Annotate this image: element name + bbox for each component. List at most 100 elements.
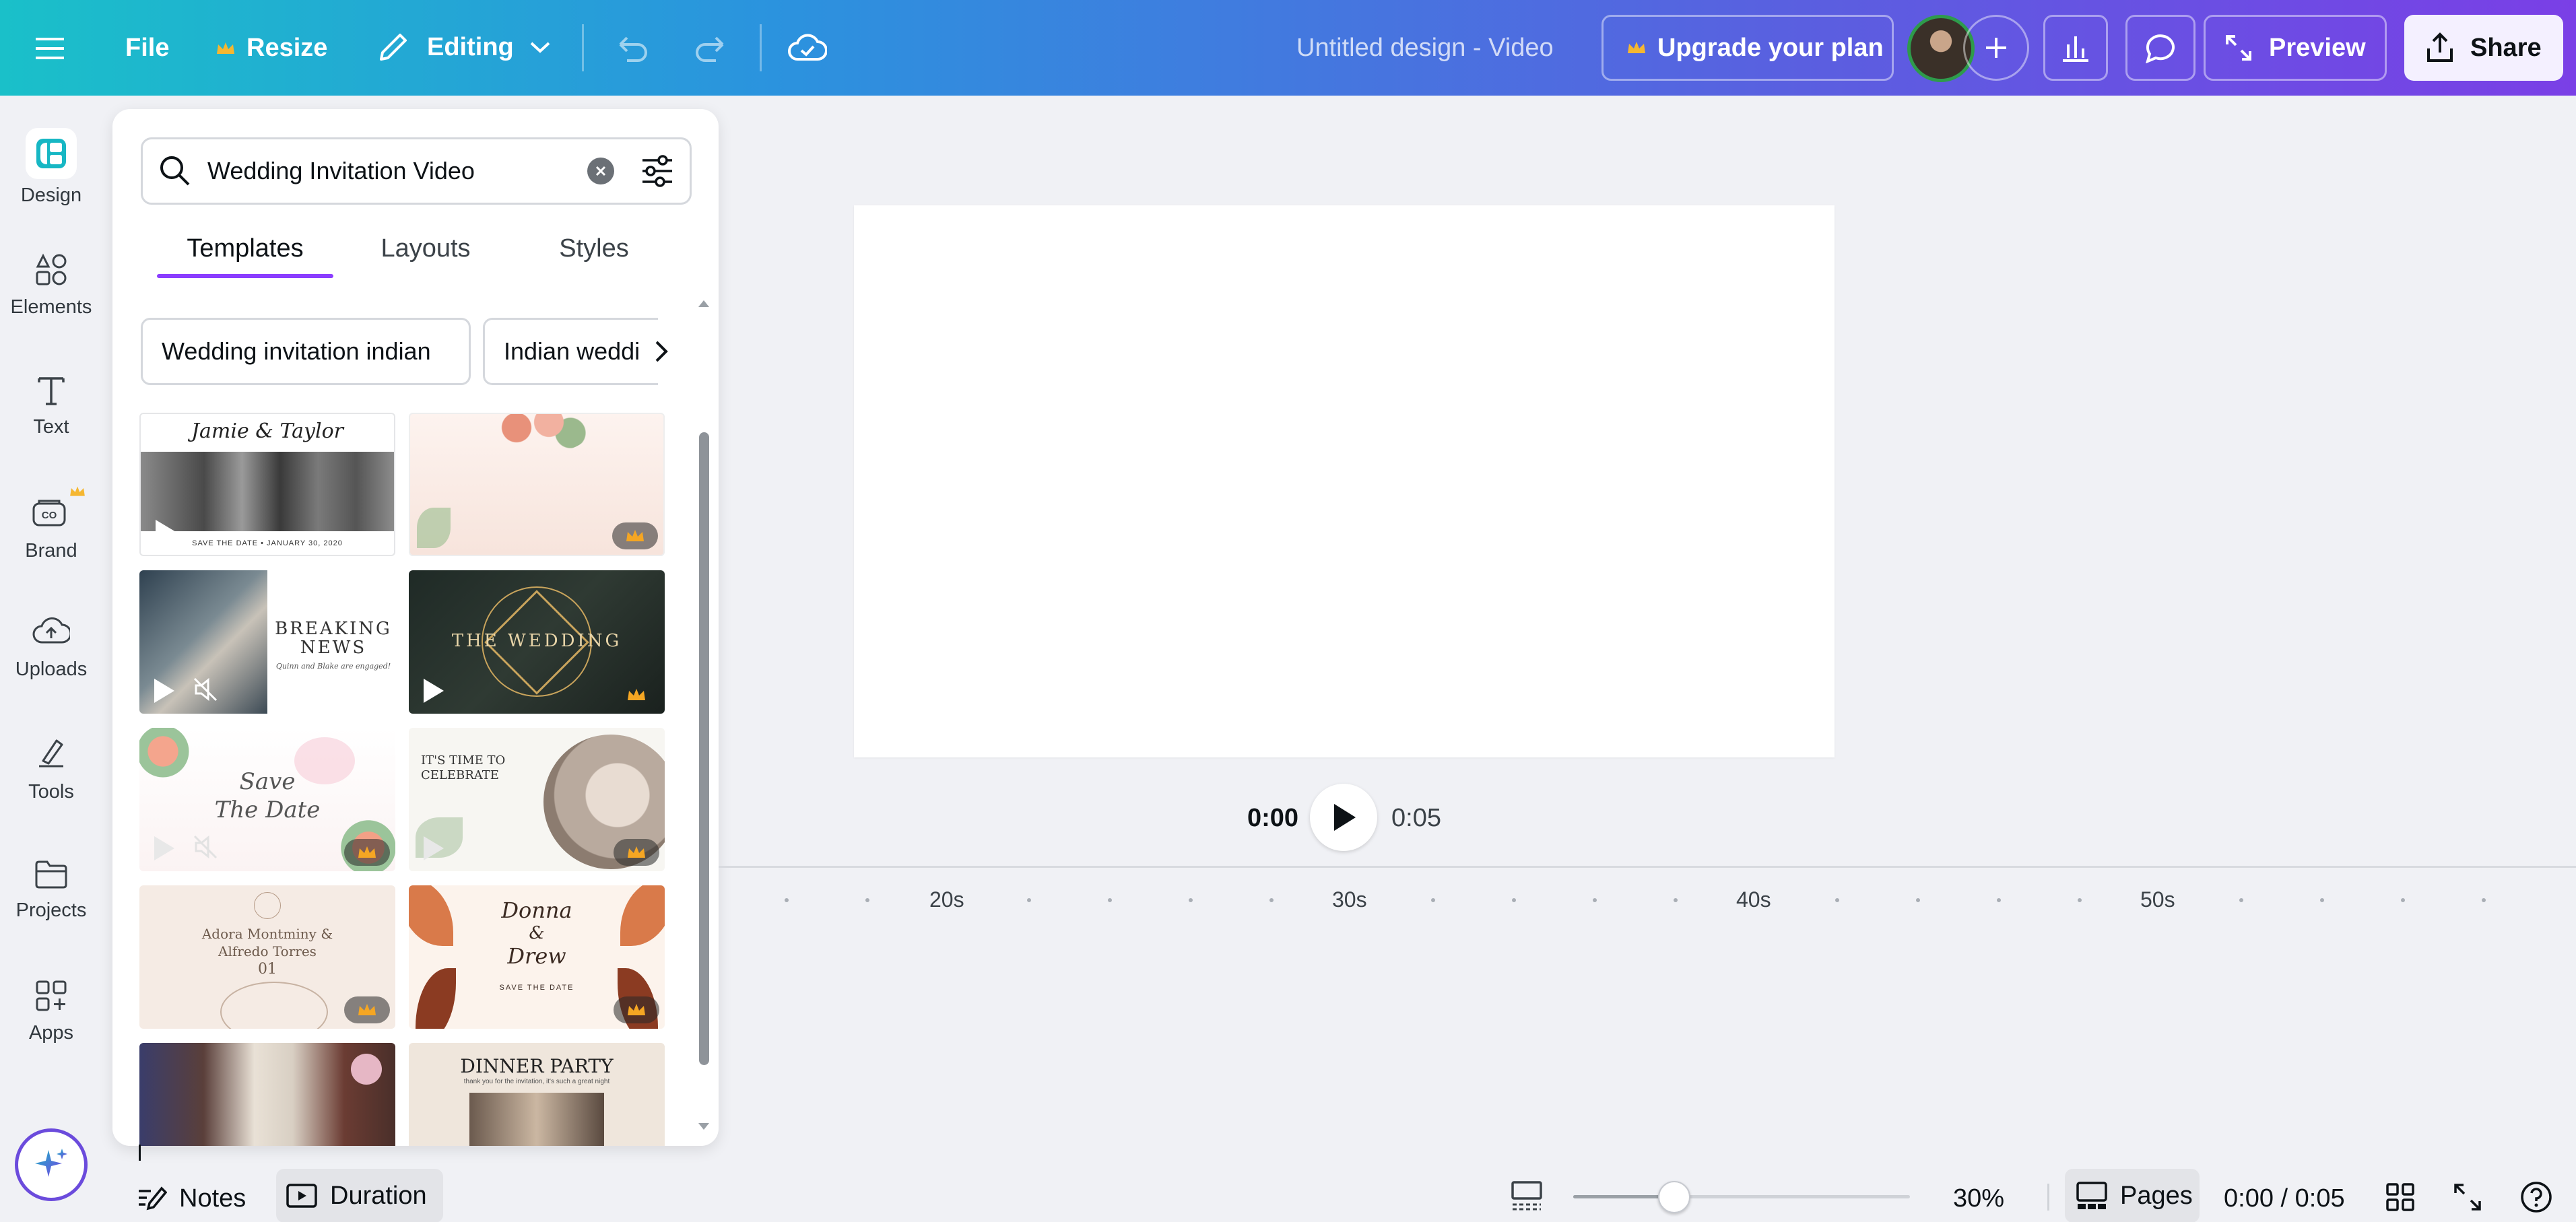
comments-button[interactable] (2125, 15, 2195, 81)
sidebar-item-apps[interactable]: Apps (0, 979, 102, 1080)
layout-icon (1511, 1181, 1542, 1211)
play-icon (154, 679, 174, 703)
clear-search-button[interactable] (587, 158, 614, 184)
resize-button[interactable]: Resize (216, 34, 327, 63)
add-collaborator-button[interactable] (1963, 15, 2029, 81)
crown-icon (358, 1004, 376, 1015)
pages-icon (2076, 1182, 2107, 1209)
template-date: 01 (258, 961, 277, 978)
help-icon (2521, 1182, 2552, 1213)
zoom-thumb[interactable] (1658, 1181, 1690, 1213)
timeline-tick-mark (865, 898, 869, 902)
save-status-button[interactable] (785, 27, 830, 69)
template-thumbnail[interactable]: BREAKING NEWS Quinn and Blake are engage… (139, 570, 395, 714)
template-title: Save (239, 768, 296, 795)
template-thumbnail[interactable]: Jamie & Taylor SAVE THE DATE • JANUARY 3… (139, 413, 395, 556)
grid-view-button[interactable] (2381, 1178, 2419, 1216)
template-thumbnail[interactable]: Save The Date (139, 728, 395, 871)
timeline-tick-mark (1189, 898, 1193, 902)
timeline-tick: 40s (1736, 887, 1771, 912)
fullscreen-button[interactable] (2449, 1178, 2486, 1216)
tab-templates[interactable]: Templates (157, 220, 333, 277)
file-menu[interactable]: File (125, 34, 169, 63)
pages-button[interactable]: Pages (2065, 1169, 2200, 1222)
page-view-toggle[interactable] (1509, 1177, 1545, 1215)
sidebar-item-label: Tools (28, 781, 74, 803)
upgrade-button[interactable]: Upgrade your plan (1601, 15, 1894, 81)
design-canvas[interactable] (854, 205, 1835, 757)
template-thumbnail[interactable]: Donna & Drew SAVE THE DATE (409, 885, 665, 1029)
template-title: & (529, 923, 545, 943)
notes-button[interactable]: Notes (136, 1172, 246, 1222)
magic-assistant-button[interactable] (15, 1128, 88, 1201)
tab-styles[interactable]: Styles (517, 220, 671, 277)
share-button[interactable]: Share (2404, 15, 2563, 81)
grid-icon (2386, 1183, 2414, 1211)
play-button[interactable] (1310, 784, 1377, 851)
template-thumbnail[interactable]: DINNER PARTY thank you for the invitatio… (409, 1043, 665, 1146)
help-button[interactable] (2516, 1177, 2556, 1217)
editing-dropdown[interactable]: Editing (376, 30, 552, 65)
menu-button[interactable] (31, 30, 69, 67)
mute-icon (193, 677, 218, 702)
preview-button[interactable]: Preview (2204, 15, 2387, 81)
template-thumbnail[interactable] (409, 413, 665, 556)
play-icon (156, 520, 176, 544)
crown-icon (628, 689, 645, 700)
template-thumbnail[interactable]: THE WEDDING (409, 570, 665, 714)
template-thumbnail[interactable] (139, 1043, 395, 1146)
template-thumbnail[interactable]: IT'S TIME TO CELEBRATE (409, 728, 665, 871)
undo-button[interactable] (612, 30, 652, 67)
sidebar-item-text[interactable]: Text (0, 373, 102, 474)
suggestion-chip[interactable]: Indian weddi (483, 318, 658, 385)
template-title: BREAKING (275, 619, 392, 639)
timeline-divider (719, 866, 2576, 868)
photo-strip (141, 452, 394, 531)
video-icon (286, 1184, 317, 1208)
tab-layouts[interactable]: Layouts (355, 220, 496, 277)
search-input[interactable]: Wedding Invitation Video (207, 157, 587, 185)
zoom-slider[interactable] (1573, 1181, 1910, 1213)
template-title: The Date (214, 796, 321, 823)
sidebar-item-elements[interactable]: Elements (0, 252, 102, 353)
sidebar-item-design[interactable]: Design (0, 128, 102, 229)
design-title[interactable]: Untitled design - Video (1296, 34, 1554, 63)
play-icon (424, 679, 444, 703)
total-time: 0:05 (1391, 804, 1441, 832)
duration-button[interactable]: Duration (276, 1169, 443, 1222)
template-title: NEWS (300, 638, 367, 658)
sidebar-item-uploads[interactable]: Uploads (0, 615, 102, 716)
sidebar-item-tools[interactable]: Tools (0, 737, 102, 838)
timeline-tick-mark (2320, 898, 2324, 902)
template-thumbnail[interactable]: Adora Montminy & Alfredo Torres 01 (139, 885, 395, 1029)
filter-button[interactable] (638, 152, 676, 190)
redo-button[interactable] (691, 30, 731, 67)
template-title: Alfredo Torres (218, 943, 317, 959)
timeline-tick: 30s (1332, 887, 1367, 912)
comment-icon (2146, 34, 2175, 63)
insights-button[interactable] (2043, 15, 2108, 81)
expand-icon (2226, 35, 2251, 61)
template-title: Jamie & Taylor (191, 419, 343, 443)
crown-icon (1628, 42, 1645, 53)
timeline-tick-mark (2482, 898, 2486, 902)
chips-next-button[interactable] (645, 323, 678, 380)
chevron-down-icon (530, 42, 550, 53)
timeline-tick-mark (2239, 898, 2243, 902)
leaf-decoration (417, 508, 451, 548)
editing-label: Editing (427, 32, 514, 61)
sidebar-item-projects[interactable]: Projects (0, 858, 102, 959)
suggestion-chip[interactable]: Wedding invitation indian (141, 318, 471, 385)
search-box[interactable]: Wedding Invitation Video (141, 137, 692, 205)
crown-icon (626, 530, 644, 541)
sidebar-item-brand[interactable]: CO Brand (0, 486, 102, 595)
scrollbar[interactable] (697, 298, 711, 1132)
scrollbar-thumb[interactable] (699, 432, 709, 1065)
sidebar-item-label: Elements (10, 296, 92, 318)
zoom-percentage[interactable]: 30% (1953, 1172, 2004, 1222)
sidebar: Design Elements Text CO Brand Uploads To… (0, 96, 102, 1222)
template-title: IT'S TIME TO (421, 753, 506, 768)
crown-icon (628, 1004, 645, 1015)
timeline-tick: 20s (929, 887, 964, 912)
sparkle-icon (35, 1149, 67, 1177)
